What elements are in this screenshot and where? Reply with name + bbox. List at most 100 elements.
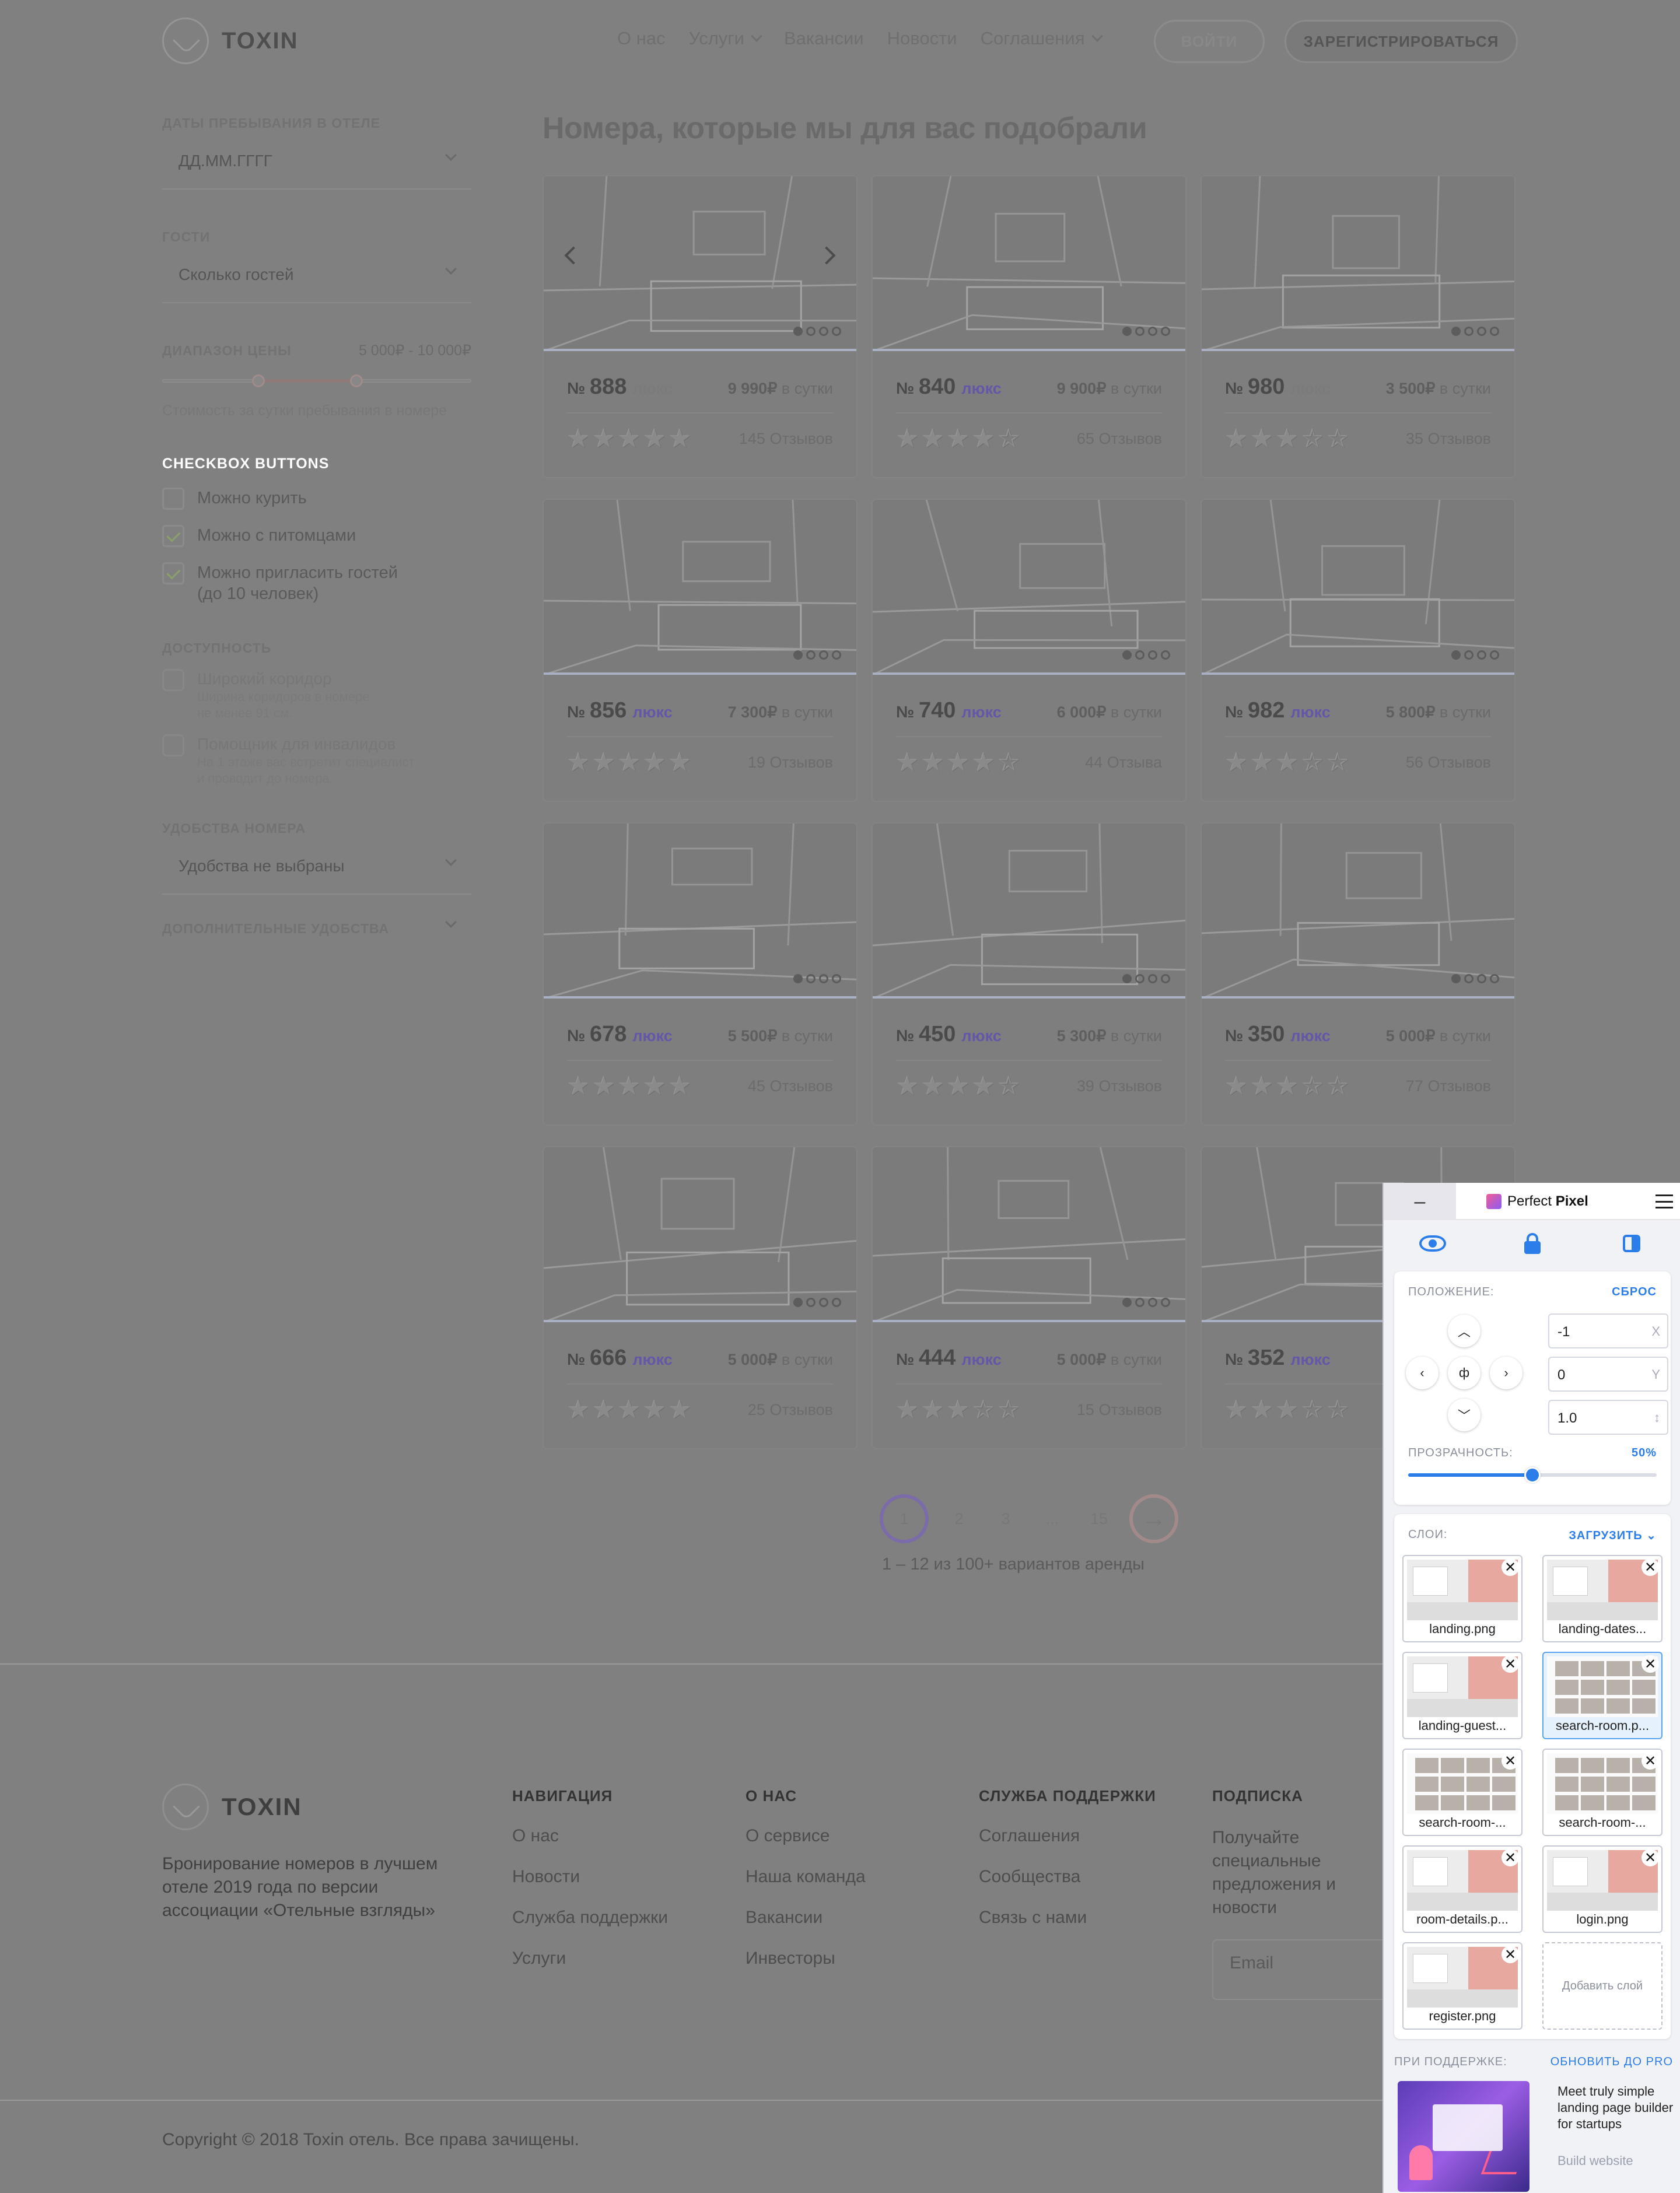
- layer-item[interactable]: ✕ landing-guest...: [1402, 1652, 1522, 1739]
- email-input[interactable]: Email: [1212, 1939, 1405, 2000]
- room-card[interactable]: № 350 люкс 5 000₽ в сутки ★ ★ ★ ☆ ☆ 77 Отзывов: [1200, 822, 1516, 1126]
- remove-layer-icon[interactable]: ✕: [1502, 1946, 1519, 1963]
- upload-button[interactable]: ЗАГРУЗИТЬ ⌄: [1569, 1528, 1657, 1543]
- login-button[interactable]: ВОЙТИ: [1154, 20, 1265, 63]
- room-image[interactable]: [544, 824, 856, 999]
- room-card[interactable]: № 444 люкс 5 000₽ в сутки ★ ★ ★ ☆ ☆ 15 Отзывов: [872, 1146, 1186, 1449]
- remove-layer-icon[interactable]: ✕: [1502, 1849, 1519, 1866]
- slide-dot[interactable]: [1122, 327, 1132, 336]
- room-image[interactable]: [1202, 500, 1514, 675]
- slide-dot[interactable]: [819, 650, 828, 660]
- layer-item[interactable]: ✕ search-room-...: [1402, 1749, 1522, 1836]
- room-card[interactable]: № 678 люкс 5 500₽ в сутки ★ ★ ★ ★ ★ 45 Отзывов: [542, 822, 858, 1126]
- slide-dot[interactable]: [1161, 974, 1170, 983]
- reviews-count[interactable]: 77 Отзывов: [1406, 1077, 1491, 1095]
- slide-dot[interactable]: [1122, 1298, 1132, 1307]
- checkbox-guests[interactable]: Можно пригласить гостей (до 10 человек): [162, 562, 471, 604]
- footer-logo[interactable]: TOXIN: [162, 1784, 302, 1830]
- radio-button[interactable]: [162, 734, 184, 756]
- y-input[interactable]: 0Y: [1548, 1357, 1668, 1392]
- move-down-button[interactable]: ﹀: [1448, 1399, 1480, 1431]
- amenities-dropdown[interactable]: Удобства не выбраны: [162, 839, 471, 895]
- reviews-count[interactable]: 145 Отзывов: [739, 430, 833, 448]
- room-image[interactable]: [873, 1147, 1185, 1322]
- room-image[interactable]: [873, 500, 1185, 675]
- slide-dot[interactable]: [1490, 327, 1499, 336]
- promo-cta[interactable]: Build website: [1558, 2153, 1633, 2169]
- layer-item[interactable]: ✕ search-room-...: [1542, 1749, 1662, 1836]
- reviews-count[interactable]: 45 Отзывов: [748, 1077, 833, 1095]
- nav-news[interactable]: Новости: [887, 28, 957, 49]
- opacity-slider[interactable]: [1408, 1467, 1657, 1483]
- invert-toggle[interactable]: [1618, 1232, 1646, 1255]
- extra-amenities-toggle[interactable]: ДОПОЛНИТЕЛЬНЫЕ УДОБСТВА: [162, 901, 471, 957]
- checkbox[interactable]: [162, 488, 184, 510]
- dates-dropdown[interactable]: ДД.ММ.ГГГГ: [162, 134, 471, 190]
- reviews-count[interactable]: 35 Отзывов: [1406, 430, 1491, 448]
- layer-item[interactable]: ✕ landing-dates...: [1542, 1555, 1662, 1642]
- logo[interactable]: TOXIN: [162, 17, 299, 64]
- move-right-button[interactable]: ›: [1490, 1357, 1522, 1389]
- register-button[interactable]: ЗАРЕГИСТРИРОВАТЬСЯ: [1284, 20, 1518, 63]
- page-current[interactable]: 1: [880, 1494, 929, 1543]
- page-2[interactable]: 2: [943, 1510, 975, 1528]
- room-image[interactable]: [544, 176, 856, 351]
- slide-dot[interactable]: [1161, 327, 1170, 336]
- room-card[interactable]: № 980 люкс 3 500₽ в сутки ★ ★ ★ ☆ ☆ 35 Отзывов: [1200, 175, 1516, 478]
- promo-image[interactable]: [1398, 2081, 1530, 2192]
- scale-input[interactable]: 1.0 ↕: [1548, 1400, 1668, 1435]
- slide-dot[interactable]: [1135, 1298, 1144, 1307]
- footer-link[interactable]: О нас: [512, 1826, 668, 1846]
- footer-link[interactable]: Вакансии: [746, 1908, 866, 1928]
- footer-link[interactable]: Сообщества: [979, 1867, 1156, 1887]
- footer-link[interactable]: Соглашения: [979, 1826, 1156, 1846]
- layer-item[interactable]: ✕ search-room.p...: [1542, 1652, 1662, 1739]
- slide-dot[interactable]: [793, 650, 803, 660]
- reviews-count[interactable]: 56 Отзывов: [1406, 754, 1491, 772]
- reviews-count[interactable]: 25 Отзывов: [748, 1401, 833, 1419]
- slide-dot[interactable]: [1161, 1298, 1170, 1307]
- footer-link[interactable]: Связь с нами: [979, 1908, 1156, 1928]
- footer-link[interactable]: Инвесторы: [746, 1949, 866, 1968]
- slide-dot[interactable]: [793, 327, 803, 336]
- checkbox-pets[interactable]: Можно с питомцами: [162, 525, 471, 547]
- room-card[interactable]: № 856 люкс 7 300₽ в сутки ★ ★ ★ ★ ★ 19 Отзывов: [542, 499, 858, 802]
- nav-vacancies[interactable]: Вакансии: [784, 28, 864, 49]
- slide-dot[interactable]: [806, 974, 816, 983]
- slide-dot[interactable]: [1490, 650, 1499, 660]
- reviews-count[interactable]: 39 Отзывов: [1077, 1077, 1162, 1095]
- room-image[interactable]: [873, 176, 1185, 351]
- footer-link[interactable]: Услуги: [512, 1949, 668, 1968]
- slide-dot[interactable]: [1464, 650, 1474, 660]
- slide-dot[interactable]: [1135, 327, 1144, 336]
- slide-dot[interactable]: [1148, 1298, 1157, 1307]
- next-page-button[interactable]: →: [1129, 1494, 1178, 1543]
- upgrade-pro-link[interactable]: ОБНОВИТЬ ДО PRO: [1550, 2055, 1673, 2069]
- nav-services[interactable]: Услуги: [689, 28, 762, 49]
- slide-dot[interactable]: [1148, 327, 1157, 336]
- layer-item[interactable]: ✕ login.png: [1542, 1845, 1662, 1933]
- room-image[interactable]: [873, 824, 1185, 999]
- room-image[interactable]: [1202, 824, 1514, 999]
- slide-dot[interactable]: [819, 1298, 828, 1307]
- access-wide-corridor[interactable]: Широкий коридор Ширина коридоров в номер…: [162, 669, 471, 721]
- room-image[interactable]: [544, 1147, 856, 1322]
- reviews-count[interactable]: 19 Отзывов: [748, 754, 833, 772]
- center-button[interactable]: ф: [1448, 1357, 1480, 1389]
- slide-dot[interactable]: [793, 1298, 803, 1307]
- remove-layer-icon[interactable]: ✕: [1502, 1752, 1519, 1770]
- checkbox-checked[interactable]: [162, 525, 184, 547]
- move-left-button[interactable]: ‹: [1406, 1357, 1438, 1389]
- access-assistant[interactable]: Помощник для инвалидов На 1 этаже вас вс…: [162, 734, 471, 787]
- slide-dot[interactable]: [806, 1298, 816, 1307]
- price-slider[interactable]: [162, 372, 471, 390]
- room-card[interactable]: № 666 люкс 5 000₽ в сутки ★ ★ ★ ★ ★ 25 Отзывов: [542, 1146, 858, 1449]
- slide-dot[interactable]: [1148, 974, 1157, 983]
- add-layer-button[interactable]: Добавить слой: [1542, 1942, 1662, 2030]
- slide-dot[interactable]: [1451, 327, 1461, 336]
- move-up-button[interactable]: ︿: [1448, 1315, 1480, 1347]
- visibility-toggle[interactable]: [1419, 1232, 1447, 1255]
- remove-layer-icon[interactable]: ✕: [1502, 1558, 1519, 1576]
- slide-dot[interactable]: [819, 974, 828, 983]
- remove-layer-icon[interactable]: ✕: [1642, 1849, 1659, 1866]
